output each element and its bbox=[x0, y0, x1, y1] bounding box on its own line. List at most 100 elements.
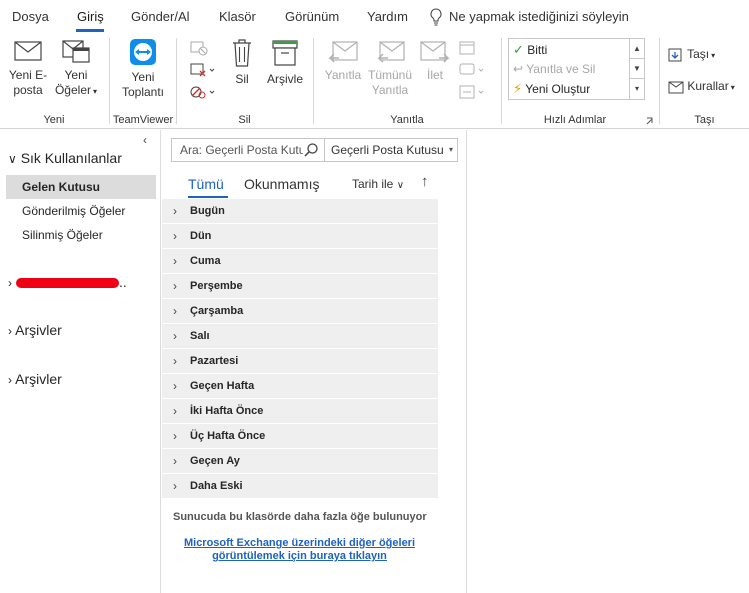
rules-label: Kurallar bbox=[687, 79, 729, 94]
collapse-pane-icon[interactable]: ‹ bbox=[143, 133, 147, 147]
envelope-icon bbox=[14, 41, 42, 61]
group-header-label: Üç Hafta Önce bbox=[190, 430, 266, 442]
group-header-last-month[interactable]: › Geçen Ay bbox=[162, 449, 438, 474]
chevron-up-icon[interactable]: ▲ bbox=[630, 39, 644, 59]
folder-deleted-items[interactable]: Silinmiş Öğeler bbox=[6, 223, 156, 247]
rules-icon bbox=[668, 81, 684, 94]
group-header-two-weeks-ago[interactable]: › İki Hafta Önce bbox=[162, 399, 438, 424]
reply-all-button[interactable]: Tümünü Yanıtla bbox=[364, 38, 416, 98]
chevron-right-icon: › bbox=[173, 304, 177, 318]
chevron-right-icon: › bbox=[173, 479, 177, 493]
group-teamviewer: Yeni Toplantı TeamViewer bbox=[110, 34, 176, 129]
new-email-label-1: Yeni E- bbox=[8, 68, 48, 82]
teamviewer-meeting-button[interactable]: Yeni Toplantı bbox=[118, 38, 168, 100]
chevron-down-icon: ▾ bbox=[448, 145, 453, 154]
archives-label-1: Arşivler bbox=[15, 322, 62, 338]
group-header-yesterday[interactable]: › Dün bbox=[162, 224, 438, 249]
group-header-label: Dün bbox=[190, 230, 212, 242]
folder-pane: ‹ ∨ Sık Kullanılanlar Gelen Kutusu Gönde… bbox=[0, 130, 161, 593]
exchange-more-items-link[interactable]: Microsoft Exchange üzerindeki diğer öğel… bbox=[172, 537, 427, 563]
chevron-right-icon: › bbox=[173, 379, 177, 393]
cleanup-icon[interactable] bbox=[189, 62, 217, 78]
tab-klasor[interactable]: Klasör bbox=[219, 9, 256, 24]
quick-step-done-label: Bitti bbox=[527, 43, 548, 57]
rules-button[interactable]: Kurallar ▾ bbox=[668, 79, 735, 95]
folder-inbox[interactable]: Gelen Kutusu bbox=[6, 175, 156, 199]
group-header-thursday[interactable]: › Perşembe bbox=[162, 274, 438, 299]
reply-label: Yanıtla bbox=[324, 68, 362, 82]
search-scope-dropdown[interactable]: Geçerli Posta Kutusu ▾ bbox=[325, 138, 458, 162]
filter-all-tab[interactable]: Tümü bbox=[188, 176, 224, 192]
sort-by-label: Tarih ile bbox=[352, 177, 394, 191]
quick-step-done[interactable]: ✓ Bitti bbox=[513, 42, 547, 58]
more-icon[interactable]: ▾ bbox=[630, 79, 644, 99]
group-header-tuesday[interactable]: › Salı bbox=[162, 324, 438, 349]
tab-gorunum[interactable]: Görünüm bbox=[285, 9, 339, 24]
sort-direction-icon[interactable]: ↑ bbox=[421, 173, 429, 190]
archive-button[interactable]: Arşivle bbox=[263, 38, 307, 87]
new-items-icon bbox=[62, 40, 90, 63]
group-delete: Sil Arşivle Sil bbox=[177, 34, 312, 129]
reply-arrow-icon: ↩ bbox=[513, 62, 524, 76]
delete-label: Sil bbox=[235, 72, 249, 86]
new-items-label-2: Öğeler ▾ bbox=[54, 83, 98, 97]
tab-yardim[interactable]: Yardım bbox=[367, 9, 408, 24]
archives-mailbox-1[interactable]: › Arşivler bbox=[8, 322, 62, 338]
chevron-down-icon: ∨ bbox=[8, 152, 17, 166]
group-label-teamviewer: TeamViewer bbox=[112, 114, 174, 126]
new-items-button[interactable]: Yeni Öğeler ▾ bbox=[50, 38, 102, 99]
tab-gonder-al[interactable]: Gönder/Al bbox=[131, 9, 190, 24]
group-label-respond: Yanıtla bbox=[390, 114, 424, 126]
group-header-wednesday[interactable]: › Çarşamba bbox=[162, 299, 438, 324]
meeting-reply-icon[interactable] bbox=[458, 40, 478, 56]
group-header-monday[interactable]: › Pazartesi bbox=[162, 349, 438, 374]
group-label-delete: Sil bbox=[238, 114, 251, 126]
group-label-new: Yeni bbox=[43, 114, 65, 126]
move-button[interactable]: Taşı ▾ bbox=[668, 47, 715, 63]
new-email-button[interactable]: Yeni E- posta bbox=[6, 38, 50, 98]
chevron-right-icon: › bbox=[173, 254, 177, 268]
filter-unread-tab[interactable]: Okunmamış bbox=[244, 176, 319, 192]
group-header-three-weeks-ago[interactable]: › Üç Hafta Önce bbox=[162, 424, 438, 449]
folder-sent-items[interactable]: Gönderilmiş Öğeler bbox=[6, 199, 156, 223]
search-input[interactable]: Ara: Geçerli Posta Kutusu bbox=[171, 138, 325, 162]
favorites-header[interactable]: ∨ Sık Kullanılanlar bbox=[8, 150, 122, 166]
favorites-label: Sık Kullanılanlar bbox=[20, 150, 122, 166]
dialog-launcher-icon[interactable] bbox=[646, 117, 654, 125]
group-header-label: Geçen Hafta bbox=[190, 380, 255, 392]
group-move: Taşı ▾ Kurallar ▾ Taşı bbox=[660, 34, 749, 129]
active-tab-indicator bbox=[76, 29, 104, 32]
tab-giris[interactable]: Giriş bbox=[77, 9, 104, 24]
quick-steps-scroller[interactable]: ▲ ▼ ▾ bbox=[629, 39, 644, 99]
reply-button[interactable]: Yanıtla bbox=[322, 38, 364, 83]
group-header-older[interactable]: › Daha Eski bbox=[162, 474, 438, 499]
delete-button[interactable]: Sil bbox=[229, 38, 255, 87]
group-header-label: Cuma bbox=[190, 255, 221, 267]
forward-button[interactable]: İlet bbox=[418, 38, 452, 83]
im-reply-icon[interactable] bbox=[458, 62, 488, 78]
lightbulb-icon bbox=[430, 8, 442, 26]
group-header-today[interactable]: › Bugün bbox=[162, 199, 438, 224]
sort-by-dropdown[interactable]: Tarih ile ∨ bbox=[352, 177, 404, 191]
message-list: Ara: Geçerli Posta Kutusu Geçerli Posta … bbox=[162, 130, 467, 593]
group-header-friday[interactable]: › Cuma bbox=[162, 249, 438, 274]
forward-label: İlet bbox=[426, 68, 443, 82]
chevron-down-icon[interactable]: ▼ bbox=[630, 59, 644, 79]
group-header-last-week[interactable]: › Geçen Hafta bbox=[162, 374, 438, 399]
search-icon[interactable] bbox=[303, 142, 319, 158]
group-header-label: Perşembe bbox=[190, 280, 243, 292]
archive-label: Arşivle bbox=[266, 72, 303, 86]
tell-me-search[interactable]: Ne yapmak istediğinizi söyleyin bbox=[430, 8, 629, 26]
group-respond: Yanıtla Tümünü Yanıtla İlet Yanıtla bbox=[314, 34, 500, 129]
quick-step-create-new[interactable]: ⚡ Yeni Oluştur bbox=[513, 81, 590, 97]
group-new: Yeni E- posta Yeni Öğeler ▾ Yeni bbox=[0, 34, 108, 129]
more-respond-icon[interactable] bbox=[458, 84, 488, 100]
account-mailbox[interactable]: ›.. bbox=[8, 274, 127, 290]
quick-step-reply-delete[interactable]: ↩ Yanıtla ve Sil bbox=[513, 62, 595, 76]
archives-mailbox-2[interactable]: › Arşivler bbox=[8, 371, 62, 387]
group-header-label: Geçen Ay bbox=[190, 455, 240, 467]
ignore-icon[interactable] bbox=[189, 40, 209, 56]
junk-icon[interactable] bbox=[189, 84, 217, 100]
lightning-icon: ⚡ bbox=[513, 81, 523, 96]
tab-dosya[interactable]: Dosya bbox=[12, 9, 49, 24]
